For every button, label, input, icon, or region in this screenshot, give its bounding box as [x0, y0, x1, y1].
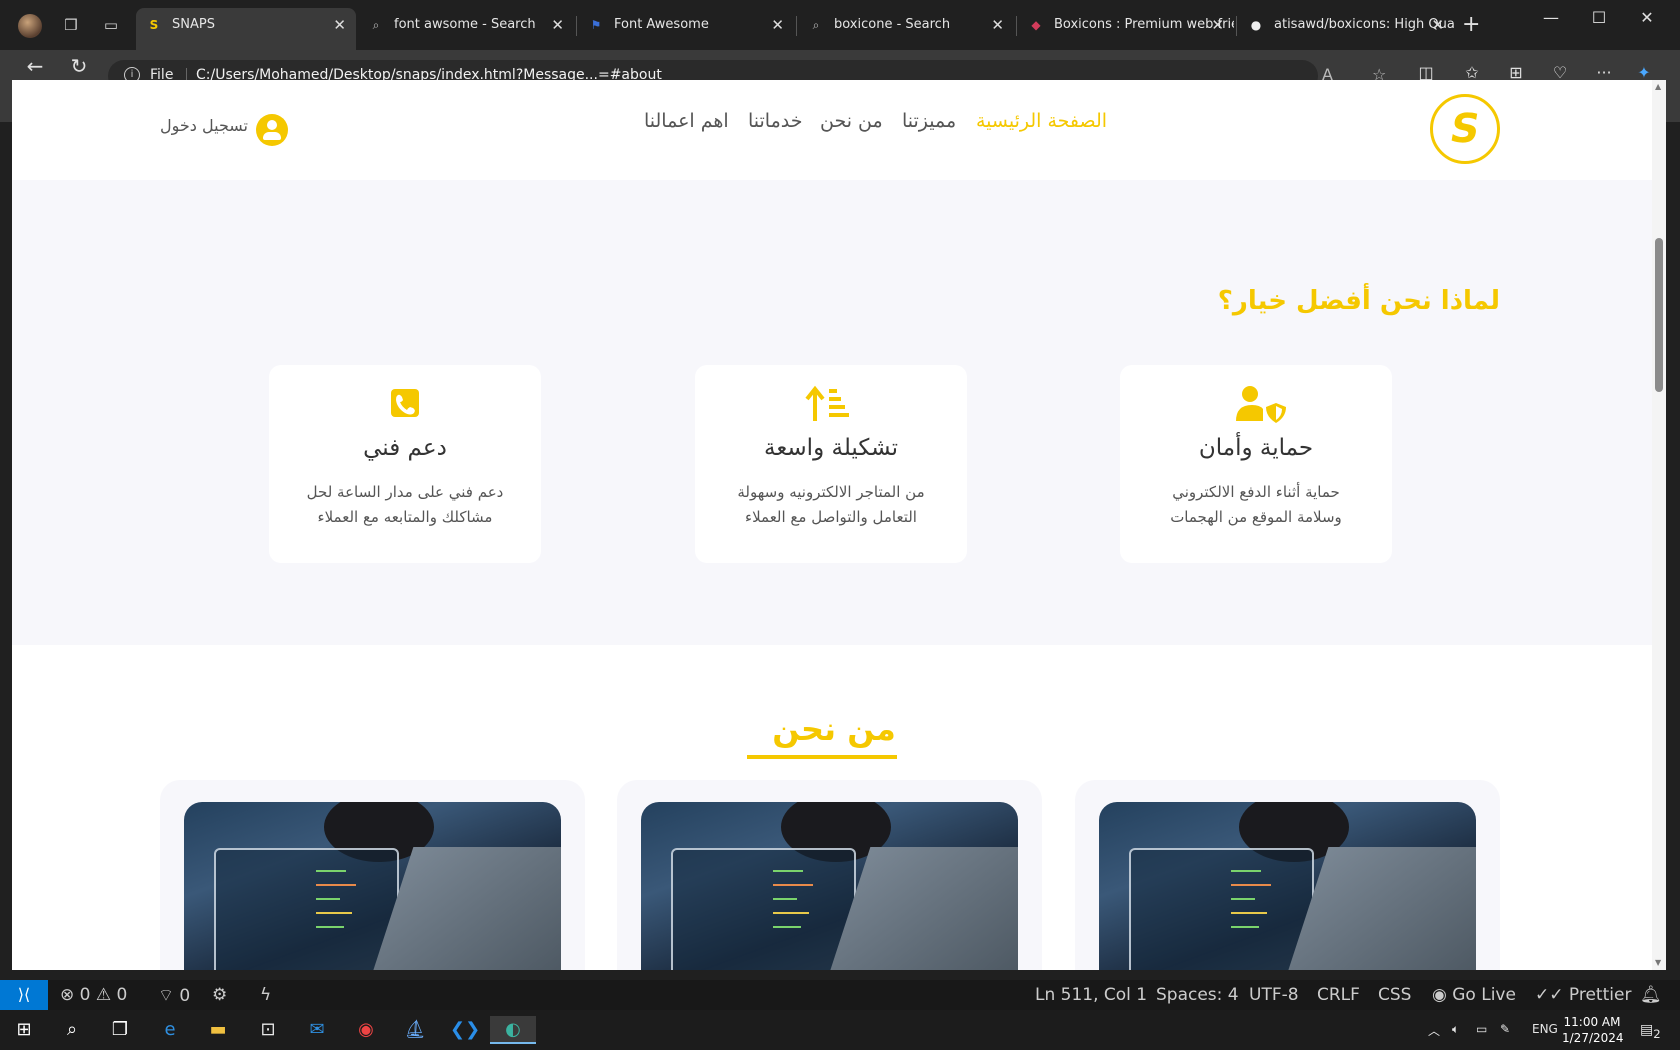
coding-photo — [184, 802, 561, 970]
scrollbar-thumb[interactable] — [1655, 238, 1663, 392]
feature-card: دعم فني دعم فني على مدار الساعة لحل مشاكل… — [269, 365, 541, 563]
volume-icon[interactable]: 🔈︎ — [1452, 1022, 1459, 1037]
tab-actions-icon[interactable]: ▭ — [100, 14, 122, 36]
file-explorer-icon[interactable]: ▬ — [204, 1016, 232, 1044]
tab-divider — [576, 16, 577, 36]
sort-amount-icon — [805, 385, 849, 421]
tab-divider — [1016, 16, 1017, 36]
login-link[interactable]: تسجيل دخول — [160, 116, 248, 135]
page-viewport: S الصفحة الرئيسية مميزتنا من نحن خدماتنا… — [12, 80, 1652, 970]
coding-photo — [641, 802, 1018, 970]
features-title: لماذا نحن أفضل خيار؟ — [1217, 286, 1500, 316]
edge-icon[interactable]: ◐ — [490, 1016, 536, 1044]
feature-card-title: حماية وأمان — [1198, 435, 1314, 461]
line-ending[interactable]: CRLF — [1317, 985, 1360, 1005]
nav-features[interactable]: مميزتنا — [902, 110, 956, 132]
pen-icon[interactable]: ✎ — [1500, 1022, 1510, 1036]
close-tab-icon[interactable]: ✕ — [1431, 8, 1444, 42]
close-tab-icon[interactable]: ✕ — [771, 8, 784, 42]
boxicons-icon: ◆ — [1031, 18, 1041, 32]
store-icon[interactable]: ⊡ — [254, 1016, 282, 1044]
close-tab-icon[interactable]: ✕ — [333, 8, 346, 42]
mail-icon[interactable]: ✉ — [303, 1016, 331, 1044]
taskbar-clock[interactable]: 11:00 AM 1/27/2024 — [1562, 1014, 1624, 1046]
tab-divider — [1236, 16, 1237, 36]
snaps-logo-icon: S — [1446, 106, 1484, 152]
close-tab-icon[interactable]: ✕ — [1211, 8, 1224, 42]
nav-works[interactable]: اهم اعمالنا — [644, 110, 729, 132]
nav-home[interactable]: الصفحة الرئيسية — [976, 110, 1107, 132]
feature-card-title: تشكيلة واسعة — [763, 435, 898, 461]
nav-about[interactable]: من نحن — [820, 110, 883, 132]
user-icon[interactable] — [256, 114, 288, 146]
windows-start-icon[interactable]: ⊞ — [10, 1016, 38, 1044]
tab-github-boxicons[interactable]: ● atisawd/boxicons: High Qual ✕ — [1238, 8, 1454, 50]
feature-card: حماية وأمان حماية أثناء الدفع الالكتروني… — [1120, 365, 1392, 563]
chrome-icon[interactable]: ◉ — [352, 1016, 380, 1044]
tab-snaps[interactable]: S SNAPS ✕ — [136, 8, 356, 50]
encoding[interactable]: UTF-8 — [1249, 985, 1299, 1005]
ports-indicator[interactable]: ⌔ 0 — [158, 985, 190, 1006]
indentation[interactable]: Spaces: 4 — [1156, 985, 1239, 1005]
show-hidden-icons[interactable]: ︿ — [1428, 1022, 1440, 1039]
page-scrollbar[interactable]: ▲ ▼ — [1652, 80, 1666, 970]
language-mode[interactable]: CSS — [1378, 985, 1411, 1005]
task-view-icon[interactable]: ❐ — [106, 1016, 134, 1044]
language-indicator[interactable]: ENG — [1532, 1022, 1558, 1036]
snaps-logo[interactable]: S — [1430, 94, 1500, 164]
feature-card-text: دعم فني على مدار الساعة لحل مشاكلك والمتا… — [306, 483, 504, 526]
close-tab-icon[interactable]: ✕ — [991, 8, 1004, 42]
edge-legacy-icon[interactable]: e — [156, 1016, 184, 1044]
scroll-up-arrow[interactable]: ▲ — [1655, 82, 1661, 91]
feature-card-title: دعم فني — [363, 435, 447, 461]
minimize-button[interactable]: — — [1536, 8, 1566, 27]
flag-icon: ⚑ — [590, 18, 602, 32]
tab-font-awsome-search[interactable]: ⌕ font awsome - Search ✕ — [358, 8, 574, 50]
vscode-icon[interactable]: ❮❯ — [450, 1016, 480, 1044]
problems-indicator[interactable]: ⊗ 0 ⚠ 0 — [60, 985, 127, 1005]
search-icon[interactable]: ⌕ — [58, 1016, 86, 1044]
debug-icon[interactable]: ⚙ — [212, 985, 227, 1005]
site-header: S الصفحة الرئيسية مميزتنا من نحن خدماتنا… — [12, 80, 1652, 180]
tab-boxicons[interactable]: ◆ Boxicons : Premium web frien ✕ — [1018, 8, 1234, 50]
search-icon: ⌕ — [812, 18, 820, 32]
action-center-icon[interactable]: ▤2 — [1640, 1022, 1661, 1041]
features-section: لماذا نحن أفضل خيار؟ حماية وأمان حماية أ… — [12, 180, 1652, 645]
back-button[interactable]: ← — [20, 54, 50, 78]
editor-status-bar: ⟩⟨ ⊗ 0 ⚠ 0 ⌔ 0 ⚙ ϟ Ln 511, Col 1 Spaces:… — [0, 980, 1680, 1010]
github-icon: ● — [1250, 18, 1262, 32]
windows-taskbar: ⊞ ⌕ ❐ e ▬ ⊡ ✉ ◉ ⛵︎ ❮❯ ◐ ︿ 🔈︎ ▭ ✎ ENG 11:… — [0, 1010, 1680, 1050]
phone-icon — [391, 389, 419, 417]
maximize-button[interactable]: ☐ — [1584, 8, 1614, 27]
profile-avatar[interactable] — [18, 14, 42, 38]
scroll-down-arrow[interactable]: ▼ — [1655, 958, 1661, 967]
feature-card-text: من المتاجر الالكترونيه وسهولة التعامل وال… — [737, 483, 925, 526]
tab-boxicone-search[interactable]: ⌕ boxicone - Search ✕ — [798, 8, 1014, 50]
notification-bell-icon[interactable]: 🔔︎ — [1640, 985, 1662, 1005]
prettier-button[interactable]: ✓✓ Prettier — [1535, 985, 1631, 1005]
about-title: من نحن — [772, 710, 896, 748]
close-window-button[interactable]: ✕ — [1632, 8, 1662, 27]
cursor-position[interactable]: Ln 511, Col 1 — [1035, 985, 1147, 1005]
about-title-underline — [747, 755, 897, 759]
refresh-button[interactable]: ↻ — [64, 54, 94, 78]
lightning-icon[interactable]: ϟ — [260, 985, 271, 1005]
snaps-logo-icon: S — [149, 18, 159, 32]
feature-card: تشكيلة واسعة من المتاجر الالكترونيه وسهو… — [695, 365, 967, 563]
user-shield-icon — [1236, 386, 1286, 423]
browser-tab-strip: ❒ ▭ S SNAPS ✕ ⌕ font awsome - Search ✕ ⚑… — [0, 0, 1680, 50]
app-icon[interactable]: ⛵︎ — [401, 1016, 429, 1044]
coding-photo — [1099, 802, 1476, 970]
go-live-button[interactable]: ◉ Go Live — [1432, 985, 1516, 1005]
remote-window-icon[interactable]: ⟩⟨ — [0, 980, 48, 1010]
search-icon: ⌕ — [372, 18, 380, 32]
workspaces-icon[interactable]: ❒ — [60, 14, 82, 36]
tab-font-awesome[interactable]: ⚑ Font Awesome ✕ — [578, 8, 794, 50]
close-tab-icon[interactable]: ✕ — [551, 8, 564, 42]
new-tab-button[interactable]: + — [1462, 12, 1480, 37]
nav-services[interactable]: خدماتنا — [748, 110, 803, 132]
network-icon[interactable]: ▭ — [1476, 1022, 1487, 1036]
feature-card-text: حماية أثناء الدفع الالكتروني وسلامة الموق… — [1170, 483, 1342, 526]
tab-divider — [796, 16, 797, 36]
